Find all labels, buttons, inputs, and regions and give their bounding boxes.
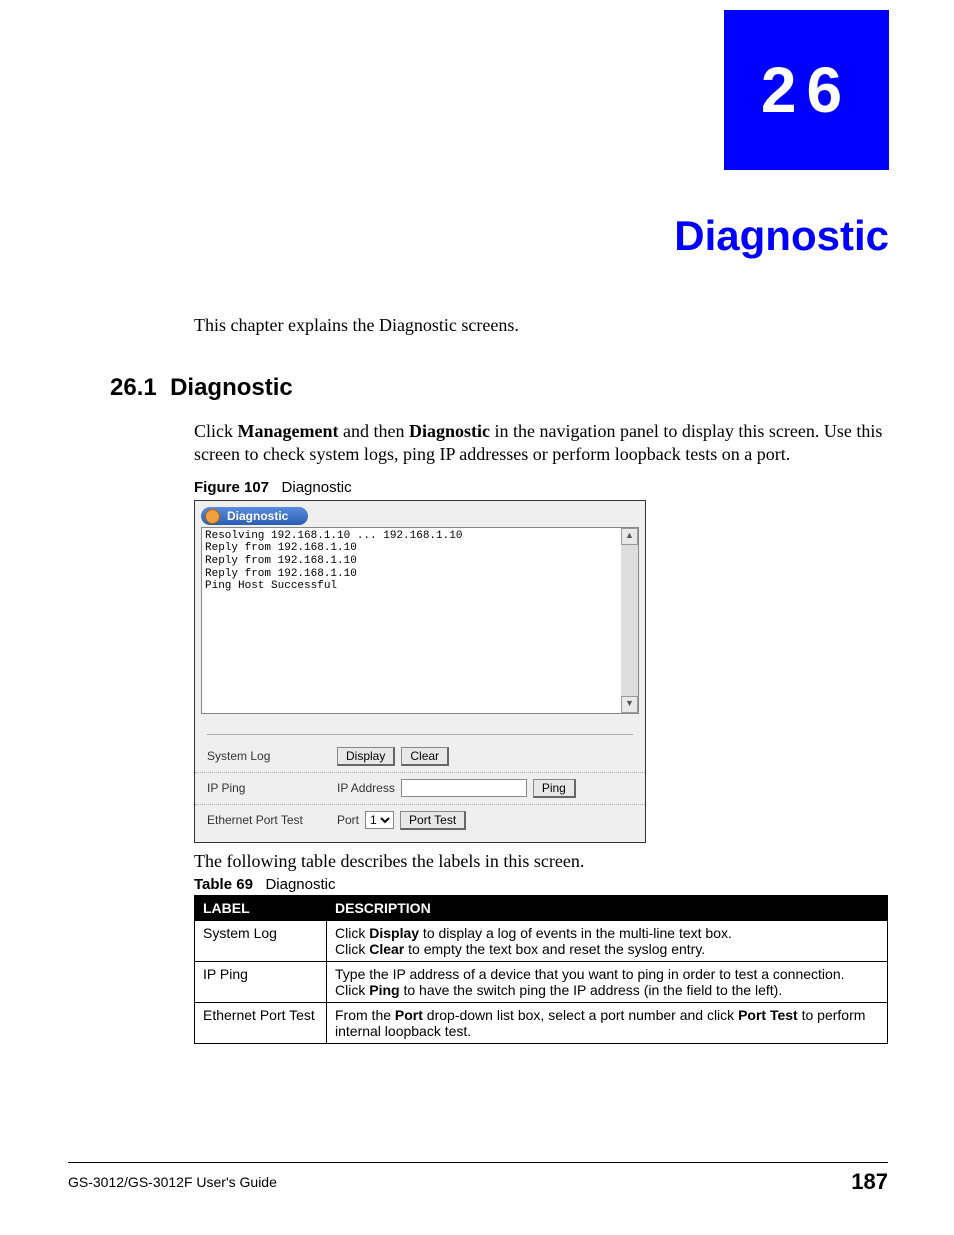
table-cell-description: Click Display to display a log of events… — [327, 920, 888, 961]
ethernet-port-test-label: Ethernet Port Test — [207, 813, 337, 827]
table-row: System Log Click Display to display a lo… — [195, 920, 888, 961]
tab-dot-icon — [205, 509, 220, 524]
log-scrollbar[interactable]: ▲ ▼ — [621, 528, 638, 713]
footer-guide: GS-3012/GS-3012F User's Guide — [68, 1174, 277, 1190]
table-row: Ethernet Port Test From the Port drop-do… — [195, 1002, 888, 1043]
system-log-label: System Log — [207, 749, 337, 763]
screenshot-tab-pill: Diagnostic — [201, 507, 308, 525]
section-number: 26.1 — [110, 374, 157, 401]
chapter-number: 26 — [761, 53, 852, 127]
port-test-button[interactable]: Port Test — [400, 811, 466, 830]
table-cell-description: Type the IP address of a device that you… — [327, 961, 888, 1002]
ip-address-input[interactable] — [401, 779, 527, 797]
chapter-intro: This chapter explains the Diagnostic scr… — [194, 315, 890, 336]
table-header-description: DESCRIPTION — [327, 895, 888, 920]
divider — [207, 734, 633, 735]
chapter-title: Diagnostic — [674, 212, 889, 260]
scroll-up-icon[interactable]: ▲ — [621, 528, 638, 545]
clear-button[interactable]: Clear — [401, 747, 449, 766]
table-cell-label: IP Ping — [195, 961, 327, 1002]
description-table: LABEL DESCRIPTION System Log Click Displ… — [194, 895, 888, 1044]
table-header-row: LABEL DESCRIPTION — [195, 895, 888, 920]
system-log-row: System Log Display Clear — [195, 741, 645, 773]
ethernet-port-test-row: Ethernet Port Test Port 1 Port Test — [195, 805, 645, 842]
ip-address-label: IP Address — [337, 781, 395, 795]
chapter-number-box: 26 — [724, 10, 889, 170]
table-row: IP Ping Type the IP address of a device … — [195, 961, 888, 1002]
screenshot-tab: Diagnostic — [201, 507, 645, 525]
table-caption: Table 69 Diagnostic — [194, 876, 890, 893]
table-cell-label: System Log — [195, 920, 327, 961]
port-select[interactable]: 1 — [365, 811, 394, 829]
table-cell-label: Ethernet Port Test — [195, 1002, 327, 1043]
ping-button[interactable]: Ping — [533, 779, 576, 798]
footer-page-number: 187 — [851, 1169, 888, 1195]
diagnostic-screenshot: Diagnostic Resolving 192.168.1.10 ... 19… — [194, 500, 646, 843]
log-textarea[interactable]: Resolving 192.168.1.10 ... 192.168.1.10 … — [202, 528, 621, 713]
table-cell-description: From the Port drop-down list box, select… — [327, 1002, 888, 1043]
section-title: Diagnostic — [170, 374, 293, 401]
section-heading: 26.1 Diagnostic — [110, 374, 890, 402]
port-label: Port — [337, 813, 359, 827]
page-footer: GS-3012/GS-3012F User's Guide 187 — [68, 1162, 888, 1195]
section-body: Click Management and then Diagnostic in … — [194, 420, 890, 467]
ip-ping-label: IP Ping — [207, 781, 337, 795]
after-figure-text: The following table describes the labels… — [194, 851, 890, 872]
log-textarea-wrap: Resolving 192.168.1.10 ... 192.168.1.10 … — [201, 527, 639, 714]
ip-ping-row: IP Ping IP Address Ping — [195, 773, 645, 805]
display-button[interactable]: Display — [337, 747, 395, 766]
scroll-down-icon[interactable]: ▼ — [621, 696, 638, 713]
table-header-label: LABEL — [195, 895, 327, 920]
figure-caption: Figure 107 Diagnostic — [194, 479, 890, 496]
